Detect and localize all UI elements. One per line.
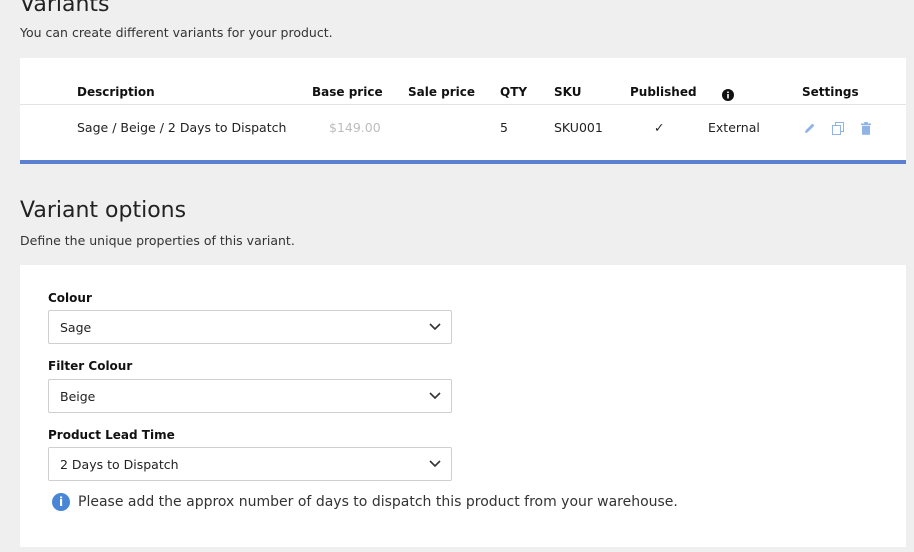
options-title: Variant options bbox=[20, 198, 187, 223]
table-row[interactable]: Sage / Beige / 2 Days to Dispatch $149.0… bbox=[20, 116, 906, 140]
cell-info: External bbox=[708, 120, 760, 135]
filter-colour-label: Filter Colour bbox=[48, 359, 133, 373]
options-subtitle: Define the unique properties of this var… bbox=[20, 233, 295, 248]
lead-time-hint-text: Please add the approx number of days to … bbox=[78, 494, 678, 510]
variants-subtitle: You can create different variants for yo… bbox=[20, 25, 333, 40]
pencil-icon[interactable] bbox=[802, 120, 818, 136]
column-settings: Settings bbox=[802, 85, 859, 99]
column-sku: SKU bbox=[554, 85, 582, 99]
column-base-price: Base price bbox=[312, 85, 383, 99]
cell-description: Sage / Beige / 2 Days to Dispatch bbox=[77, 120, 287, 135]
variant-options-form: Colour Sage Filter Colour Beige Product … bbox=[20, 265, 906, 547]
chevron-down-icon bbox=[429, 392, 441, 400]
info-circle-icon bbox=[722, 85, 734, 109]
filter-colour-select-value: Beige bbox=[60, 389, 96, 404]
colour-label: Colour bbox=[48, 291, 92, 305]
chevron-down-icon bbox=[429, 323, 441, 331]
colour-select-value: Sage bbox=[60, 320, 92, 335]
lead-time-hint: i Please add the approx number of days t… bbox=[52, 493, 678, 511]
table-header: Description Base price Sale price QTY SK… bbox=[20, 80, 906, 104]
cell-qty: 5 bbox=[500, 120, 508, 135]
lead-time-select[interactable]: 2 Days to Dispatch bbox=[48, 447, 452, 481]
variants-table: Description Base price Sale price QTY SK… bbox=[20, 58, 906, 164]
column-published: Published bbox=[630, 85, 697, 99]
cell-sku: SKU001 bbox=[554, 120, 603, 135]
lead-time-select-value: 2 Days to Dispatch bbox=[60, 457, 179, 472]
copy-icon[interactable] bbox=[830, 120, 846, 136]
column-qty: QTY bbox=[500, 85, 528, 99]
filter-colour-select[interactable]: Beige bbox=[48, 379, 452, 413]
cell-base-price: $149.00 bbox=[329, 120, 381, 135]
column-description: Description bbox=[77, 85, 155, 99]
lead-time-label: Product Lead Time bbox=[48, 428, 175, 442]
column-sale-price: Sale price bbox=[408, 85, 476, 99]
variants-title: Variants bbox=[20, 0, 110, 17]
chevron-down-icon bbox=[429, 460, 441, 468]
colour-select[interactable]: Sage bbox=[48, 310, 452, 344]
header-divider bbox=[20, 104, 906, 105]
trash-icon[interactable] bbox=[858, 120, 874, 136]
published-check-icon: ✓ bbox=[654, 120, 665, 135]
info-icon: i bbox=[52, 493, 70, 511]
